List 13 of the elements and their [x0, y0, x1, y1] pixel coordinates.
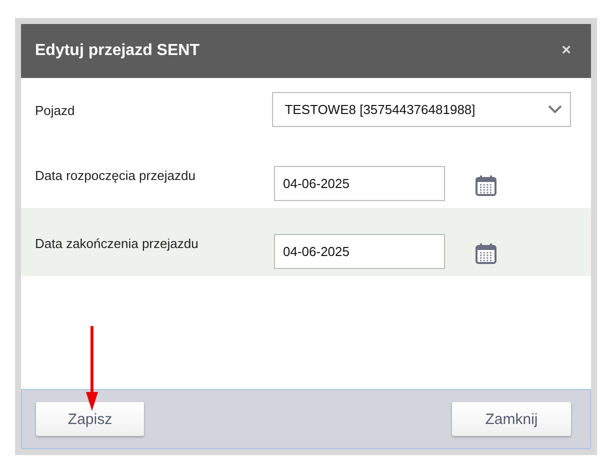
close-dialog-button[interactable]: Zamknij — [452, 402, 571, 436]
calendar-icon[interactable] — [475, 243, 497, 265]
field-label: Pojazd — [35, 102, 76, 118]
close-button[interactable]: × — [562, 42, 571, 60]
field-label: Data rozpoczęcia przejazdu — [35, 167, 196, 183]
dialog-title: Edytuj przejazd SENT — [35, 42, 200, 60]
field-label: Data zakończenia przejazdu — [35, 235, 200, 251]
date-field[interactable]: 04-06-2025 — [274, 166, 445, 201]
calendar-icon[interactable] — [475, 175, 497, 197]
save-button[interactable]: Zapisz — [36, 402, 144, 436]
vehicle-dropdown[interactable]: TESTOWE8 [357544376481988] — [272, 92, 571, 127]
date-field[interactable]: 04-06-2025 — [274, 234, 445, 269]
chevron-down-icon — [548, 105, 562, 114]
